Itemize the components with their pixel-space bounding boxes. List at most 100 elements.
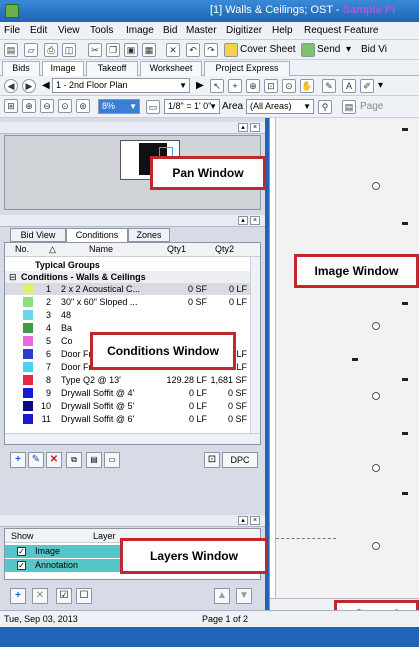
send-icon[interactable] [301, 43, 315, 57]
paste-special-icon[interactable]: ▦ [142, 43, 156, 57]
text-icon[interactable]: A [342, 79, 356, 93]
collapse-icon[interactable]: ⊟ [9, 272, 17, 283]
zoom-box-icon[interactable]: ⊡ [264, 79, 278, 93]
zoom-fit-icon[interactable]: ⊞ [4, 99, 18, 113]
paste-icon[interactable]: ▤ [86, 452, 102, 468]
group-row[interactable]: Typical Groups [5, 259, 250, 271]
column-show[interactable]: Show [11, 531, 34, 541]
category-row[interactable]: ⊟ Conditions - Walls & Ceilings [5, 271, 250, 283]
send-button[interactable]: Send [317, 44, 340, 55]
cover-sheet-icon[interactable] [224, 43, 238, 57]
uncheck-all-icon[interactable]: ☐ [76, 588, 92, 604]
tab-bid-view[interactable]: Bid View [10, 228, 66, 242]
search-icon[interactable]: ⚲ [318, 100, 332, 114]
menu-digitizer[interactable]: Digitizer [226, 25, 262, 36]
bid-view-button[interactable]: Bid Vi [361, 44, 387, 55]
add-icon[interactable]: + [10, 452, 26, 468]
tab-bids[interactable]: Bids [2, 61, 40, 76]
condition-row[interactable]: 8 Type Q2 @ 13' 129.28 LF 1,681 SF [5, 374, 250, 386]
zoom-select[interactable]: 8% ▼ [98, 99, 140, 114]
column-layer[interactable]: Layer [93, 531, 116, 541]
folder-icon[interactable]: ▭ [104, 452, 120, 468]
condition-row[interactable]: 10 Drywall Soffit @ 5' 0 LF 0 SF [5, 400, 250, 412]
print-icon[interactable]: ⎙ [44, 43, 58, 57]
close-icon[interactable]: × [250, 216, 260, 225]
pin-icon[interactable]: ▴ [238, 123, 248, 132]
dpc-button[interactable]: DPC [222, 452, 258, 468]
pin-icon[interactable]: ▴ [238, 216, 248, 225]
undo-icon[interactable]: ↶ [186, 43, 200, 57]
edit-icon[interactable]: ✎ [28, 452, 44, 468]
zoom-tool-icon[interactable]: ⊙ [282, 79, 296, 93]
zoom-in-icon[interactable]: ⊕ [22, 99, 36, 113]
tab-takeoff[interactable]: Takeoff [86, 61, 138, 76]
tab-worksheet[interactable]: Worksheet [140, 61, 202, 76]
condition-row[interactable]: 11 Drywall Soffit @ 6' 0 LF 0 SF [5, 413, 250, 425]
pin-icon[interactable]: ▴ [238, 516, 248, 525]
menu-master[interactable]: Master [186, 25, 217, 36]
pencil-icon[interactable]: ✐ [360, 79, 374, 93]
cut-icon[interactable]: ✂ [88, 43, 102, 57]
page-icon[interactable]: ▤ [342, 100, 356, 114]
lock-icon[interactable]: ⊡ [204, 452, 220, 468]
horizontal-scrollbar[interactable] [5, 433, 260, 444]
close-icon[interactable]: × [250, 123, 260, 132]
back-icon[interactable]: ◀ [4, 79, 18, 93]
column-no[interactable]: No. [15, 244, 29, 254]
delete-icon[interactable]: ✕ [166, 43, 180, 57]
condition-row[interactable]: 2 30" x 60" Sloped ... 0 SF 0 LF [5, 296, 250, 308]
print-preview-icon[interactable]: ◫ [62, 43, 76, 57]
image-window[interactable] [269, 118, 419, 610]
copy-icon[interactable]: ⧉ [66, 452, 82, 468]
previous-page-icon[interactable]: ◀ [42, 80, 50, 91]
pencil-dropdown-icon[interactable]: ▾ [378, 80, 383, 91]
redo-icon[interactable]: ↷ [204, 43, 218, 57]
scale-select[interactable]: 1/8" = 1' 0" ▼ [164, 99, 220, 114]
check-all-icon[interactable]: ☑ [56, 588, 72, 604]
menu-image[interactable]: Image [126, 25, 154, 36]
zoom-width-icon[interactable]: ⊙ [58, 99, 72, 113]
add-layer-icon[interactable]: + [10, 588, 26, 604]
condition-row[interactable]: 9 Drywall Soffit @ 4' 0 LF 0 SF [5, 387, 250, 399]
menu-view[interactable]: View [58, 25, 80, 36]
condition-row[interactable]: 1 2 x 2 Acoustical C... 0 SF 0 LF [5, 283, 250, 295]
scale-icon[interactable]: ▭ [146, 100, 160, 114]
send-dropdown-icon[interactable]: ▾ [346, 44, 351, 55]
tab-image[interactable]: Image [42, 61, 84, 76]
annotation-icon[interactable]: ✎ [322, 79, 336, 93]
tab-project-express[interactable]: Project Express [204, 61, 290, 76]
paste-icon[interactable]: ▣ [124, 43, 138, 57]
pan-hand-icon[interactable]: ✋ [300, 79, 314, 93]
layer-checkbox[interactable]: ✓ [17, 547, 26, 556]
area-select[interactable]: (All Areas) ▼ [246, 99, 314, 114]
menu-request-feature[interactable]: Request Feature [304, 25, 379, 36]
delete-icon[interactable]: ✕ [46, 452, 62, 468]
menu-help[interactable]: Help [272, 25, 293, 36]
select-arrow-icon[interactable]: ↖ [210, 79, 224, 93]
crosshair-icon[interactable]: + [228, 79, 242, 93]
menu-file[interactable]: File [4, 25, 20, 36]
tab-conditions[interactable]: Conditions [66, 228, 128, 242]
zoom-in-icon[interactable]: ⊕ [246, 79, 260, 93]
page-select[interactable]: 1 - 2nd Floor Plan ▼ [52, 78, 190, 93]
tab-zones[interactable]: Zones [128, 228, 170, 242]
new-bid-icon[interactable]: ▤ [4, 43, 18, 57]
column-qty1[interactable]: Qty1 [167, 244, 186, 254]
open-icon[interactable]: ▱ [24, 43, 38, 57]
condition-row[interactable]: 3 48 [5, 309, 250, 321]
layer-checkbox[interactable]: ✓ [17, 561, 26, 570]
forward-icon[interactable]: ▶ [22, 79, 36, 93]
next-page-icon[interactable]: ▶ [196, 80, 204, 91]
menu-bid[interactable]: Bid [163, 25, 177, 36]
zoom-height-icon[interactable]: ⊚ [76, 99, 90, 113]
close-icon[interactable]: × [250, 516, 260, 525]
menu-tools[interactable]: Tools [90, 25, 113, 36]
menu-edit[interactable]: Edit [30, 25, 47, 36]
column-name[interactable]: Name [89, 244, 113, 254]
vertical-scrollbar[interactable] [250, 257, 260, 433]
column-qty2[interactable]: Qty2 [215, 244, 234, 254]
zoom-out-icon[interactable]: ⊖ [40, 99, 54, 113]
delete-layer-icon[interactable]: ✕ [32, 588, 48, 604]
move-down-icon[interactable]: ▼ [236, 588, 252, 604]
page-button[interactable]: Page [360, 101, 383, 112]
